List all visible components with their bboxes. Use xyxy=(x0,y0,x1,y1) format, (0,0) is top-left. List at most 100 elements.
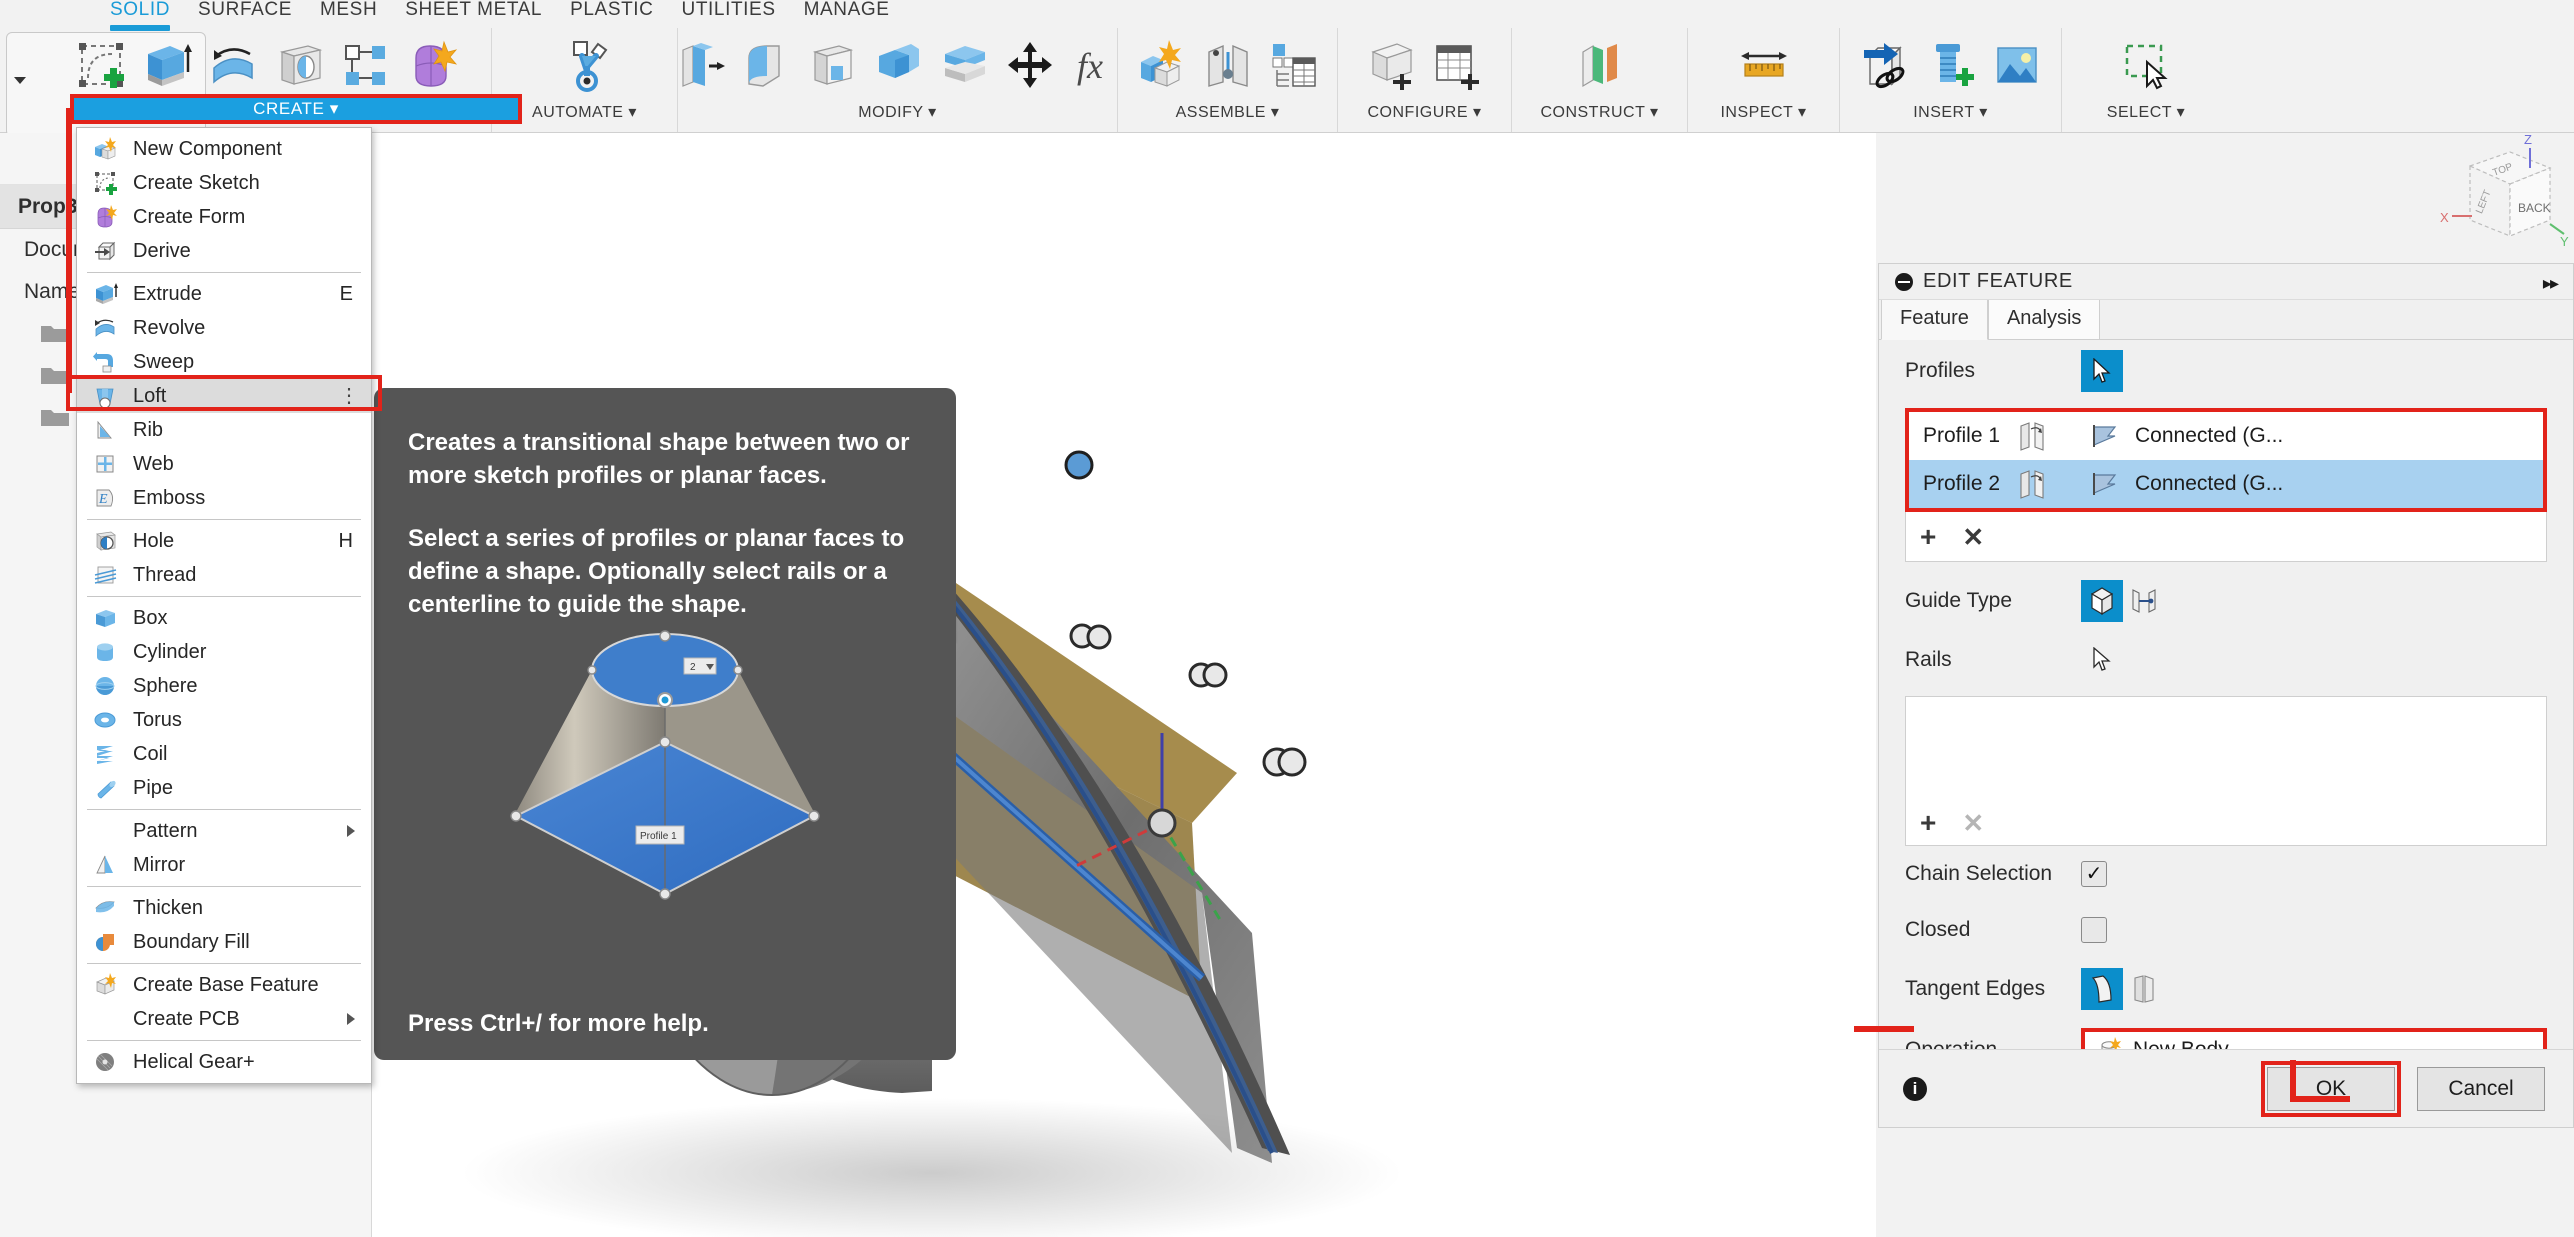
menu-item-thread[interactable]: Thread xyxy=(77,558,371,592)
menu-item-create-pcb[interactable]: Create PCB xyxy=(77,1002,371,1036)
tab-analysis[interactable]: Analysis xyxy=(1987,298,2101,339)
construct-plane-icon[interactable] xyxy=(1569,34,1631,96)
menu-item-label: Cylinder xyxy=(133,640,207,663)
measure-icon[interactable] xyxy=(1733,34,1795,96)
menu-item-label: Web xyxy=(133,452,174,475)
menu-item-box[interactable]: Box xyxy=(77,601,371,635)
bom-icon[interactable] xyxy=(1263,34,1325,96)
menu-item-helical-gear[interactable]: Helical Gear+ xyxy=(77,1045,371,1079)
select-window-icon[interactable] xyxy=(2115,34,2177,96)
tangent-edges-split-button[interactable] xyxy=(2123,968,2165,1010)
offset-face-icon[interactable] xyxy=(933,34,995,96)
menu-item-cylinder[interactable]: Cylinder xyxy=(77,635,371,669)
configured-design-icon[interactable] xyxy=(1361,34,1423,96)
tangent-edges-connected-button[interactable] xyxy=(2081,968,2123,1010)
insert-canvas-icon[interactable] xyxy=(1986,34,2048,96)
profiles-select-button[interactable] xyxy=(2081,350,2123,392)
menu-item-sweep[interactable]: Sweep xyxy=(77,345,371,379)
menu-item-new-component[interactable]: New Component xyxy=(77,132,371,166)
automate-icon[interactable] xyxy=(554,34,616,96)
menu-item-coil[interactable]: Coil xyxy=(77,737,371,771)
combine-icon[interactable] xyxy=(867,34,929,96)
pattern-icon[interactable] xyxy=(334,34,396,96)
tab-manage[interactable]: MANAGE xyxy=(790,0,904,28)
tab-mesh[interactable]: MESH xyxy=(306,0,391,28)
menu-item-pipe[interactable]: Pipe xyxy=(77,771,371,805)
menu-item-create-form[interactable]: Create Form xyxy=(77,200,371,234)
chain-selection-checkbox[interactable]: ✓ xyxy=(2081,861,2107,887)
panel-configure-label[interactable]: CONFIGURE ▾ xyxy=(1368,102,1482,122)
shell-icon[interactable] xyxy=(801,34,863,96)
tab-solid[interactable]: SOLID xyxy=(96,0,184,31)
new-component-icon[interactable] xyxy=(1131,34,1193,96)
tab-sheet-metal[interactable]: SHEET METAL xyxy=(391,0,556,28)
create-sketch-icon[interactable] xyxy=(70,34,132,96)
tab-utilities[interactable]: UTILITIES xyxy=(668,0,790,28)
fillet-icon[interactable] xyxy=(735,34,797,96)
collapse-icon[interactable] xyxy=(1895,272,1913,291)
press-pull-icon[interactable] xyxy=(669,34,731,96)
panel-modify-label[interactable]: MODIFY ▾ xyxy=(858,102,936,122)
menu-item-sphere[interactable]: Sphere xyxy=(77,669,371,703)
menu-item-label: Rib xyxy=(133,418,164,441)
panel-construct-label[interactable]: CONSTRUCT ▾ xyxy=(1540,102,1658,122)
add-profile-button[interactable]: + xyxy=(1920,522,1936,551)
menu-item-web[interactable]: Web xyxy=(77,447,371,481)
menu-item-torus[interactable]: Torus xyxy=(77,703,371,737)
profile-row-1[interactable]: Profile 1 Connected (G... xyxy=(1909,412,2543,460)
menu-item-boundary-fill[interactable]: Boundary Fill xyxy=(77,925,371,959)
tab-feature[interactable]: Feature xyxy=(1881,298,1988,340)
menu-item-create-base-feature[interactable]: Create Base Feature xyxy=(77,968,371,1002)
panel-assemble-label[interactable]: ASSEMBLE ▾ xyxy=(1176,102,1280,122)
remove-profile-button[interactable]: ✕ xyxy=(1962,524,1984,550)
svg-text:2: 2 xyxy=(690,662,696,673)
menu-item-hole[interactable]: Hole H xyxy=(77,524,371,558)
guide-type-label: Guide Type xyxy=(1905,589,2013,612)
hole-panel-icon[interactable] xyxy=(268,34,330,96)
menu-item-derive[interactable]: Derive xyxy=(77,234,371,268)
create-panel-button[interactable]: CREATE ▾ xyxy=(70,94,522,124)
guide-type-rails-button[interactable] xyxy=(2081,580,2123,622)
panel-insert-label[interactable]: INSERT ▾ xyxy=(1913,102,1988,122)
menu-item-emboss[interactable]: E Emboss xyxy=(77,481,371,515)
menu-item-pattern[interactable]: Pattern xyxy=(77,814,371,848)
profile-sketch-icon[interactable] xyxy=(2015,469,2089,499)
expand-icon[interactable]: ▸▸ xyxy=(2543,273,2559,294)
revolve-icon[interactable] xyxy=(202,34,264,96)
menu-item-revolve[interactable]: Revolve xyxy=(77,311,371,345)
rails-list-box[interactable]: + ✕ xyxy=(1905,696,2547,846)
profile-row-2[interactable]: Profile 2 Connected (G... xyxy=(1909,460,2543,508)
panel-automate-label[interactable]: AUTOMATE ▾ xyxy=(532,102,637,122)
configure-table-icon[interactable] xyxy=(1427,34,1489,96)
menu-item-create-sketch[interactable]: Create Sketch xyxy=(77,166,371,200)
chevron-right-icon[interactable] xyxy=(347,1013,355,1025)
chevron-right-icon[interactable] xyxy=(347,825,355,837)
cancel-button[interactable]: Cancel xyxy=(2417,1066,2545,1111)
menu-item-mirror[interactable]: Mirror xyxy=(77,848,371,882)
create-dropdown-menu[interactable]: New Component Create Sketch Create Form … xyxy=(76,127,372,1084)
view-cube[interactable]: TOP LEFT BACK Z X Y xyxy=(2432,128,2572,256)
insert-derive-icon[interactable] xyxy=(1854,34,1916,96)
menu-item-overflow-icon[interactable]: ⋮ xyxy=(339,386,359,406)
ok-button[interactable]: OK xyxy=(2267,1066,2395,1111)
menu-item-loft[interactable]: Loft ⋮ xyxy=(77,379,371,413)
joint-icon[interactable] xyxy=(1197,34,1259,96)
extrude-icon[interactable] xyxy=(136,34,198,96)
info-icon[interactable]: i xyxy=(1903,1076,1927,1101)
move-copy-icon[interactable] xyxy=(999,34,1061,96)
insert-mcmaster-icon[interactable] xyxy=(1920,34,1982,96)
tab-plastic[interactable]: PLASTIC xyxy=(556,0,667,28)
add-rail-button[interactable]: + xyxy=(1920,809,1936,837)
tab-surface[interactable]: SURFACE xyxy=(184,0,306,28)
menu-item-thicken[interactable]: Thicken xyxy=(77,891,371,925)
menu-item-extrude[interactable]: Extrude E xyxy=(77,277,371,311)
panel-inspect-label[interactable]: INSPECT ▾ xyxy=(1720,102,1806,122)
pattern-submenu-icon xyxy=(91,817,121,845)
menu-item-rib[interactable]: Rib xyxy=(77,413,371,447)
cancel-button-label: Cancel xyxy=(2448,1076,2514,1100)
profile-sketch-icon[interactable] xyxy=(2015,421,2089,451)
create-form-icon[interactable] xyxy=(400,34,462,96)
guide-type-centerline-button[interactable] xyxy=(2123,580,2165,622)
panel-select-label[interactable]: SELECT ▾ xyxy=(2107,102,2185,122)
closed-checkbox[interactable] xyxy=(2081,917,2107,943)
